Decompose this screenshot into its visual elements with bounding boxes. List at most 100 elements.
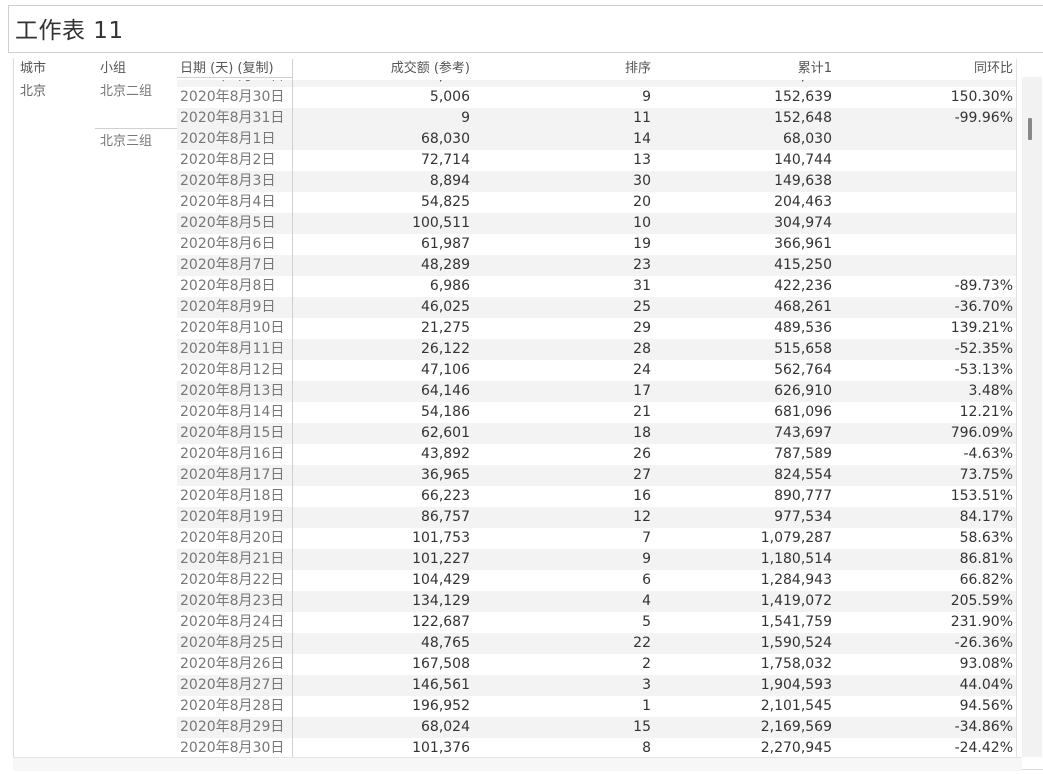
date-cell: 2020年8月27日 [180,677,285,693]
cumulative-cell: 515,658 [774,341,832,357]
table-row[interactable]: 2020年8月3日 8,894 30 149,638 [177,171,1016,192]
yoy-cell: -34.86% [954,719,1013,735]
cumulative-cell: 489,536 [774,320,832,336]
table-row[interactable]: 2020年8月18日 66,223 16 890,777 153.51% [177,486,1016,507]
amount-cell: 167,508 [412,656,470,672]
table-row[interactable]: 2020年8月27日 146,561 3 1,904,593 44.04% [177,675,1016,696]
column-header-group[interactable]: 小组 [100,59,126,79]
cumulative-cell: 824,554 [774,467,832,483]
table-row[interactable]: 2020年8月23日 134,129 4 1,419,072 205.59% [177,591,1016,612]
cumulative-cell: 1,904,593 [760,677,832,693]
row-header-group-2[interactable]: 北京二组 [100,80,152,99]
table-row[interactable]: 2020年8月25日 48,765 22 1,590,524 -26.36% [177,633,1016,654]
date-cell: 2020年8月15日 [180,425,285,441]
horizontal-scroll-area[interactable] [13,757,1022,771]
table-row[interactable]: 2020年8月29日 68,024 15 2,169,569 -34.86% [177,717,1016,738]
cumulative-cell: 1,419,072 [760,593,832,609]
amount-cell: 54,825 [421,194,470,210]
column-header-date[interactable]: 日期 (天) (复制) [180,59,274,79]
column-header-city[interactable]: 城市 [20,59,46,79]
table-right-edge [1016,59,1017,757]
date-cell: 2020年8月16日 [180,446,285,462]
table-row[interactable]: 2020年8月16日 43,892 26 787,589 -4.63% [177,444,1016,465]
table-row[interactable]: 2020年8月24日 122,687 5 1,541,759 231.90% [177,612,1016,633]
amount-cell: 47,106 [421,362,470,378]
rank-cell: 22 [633,635,651,651]
vertical-scrollbar[interactable] [1022,77,1042,757]
table-row[interactable]: 2020年8月2日 72,714 13 140,744 [177,150,1016,171]
table-row[interactable]: 2020年8月4日 54,825 20 204,463 [177,192,1016,213]
rank-cell: 2 [642,656,651,672]
amount-cell: 66,223 [421,488,470,504]
amount-cell: 8,894 [429,173,470,189]
table-row[interactable]: 2020年8月19日 86,757 12 977,534 84.17% [177,507,1016,528]
date-cell: 2020年8月28日 [180,698,285,714]
date-cell: 2020年8月11日 [180,341,285,357]
rank-cell: 18 [633,425,651,441]
table-row[interactable]: 2020年8月26日 167,508 2 1,758,032 93.08% [177,654,1016,675]
table-row[interactable]: 2020年8月5日 100,511 10 304,974 [177,213,1016,234]
amount-cell: 72,714 [421,152,470,168]
date-cell: 2020年8月6日 [180,236,276,252]
table-row[interactable]: 2020年8月30日 101,376 8 2,270,945 -24.42% [177,738,1016,757]
table-row[interactable]: 2020年8月14日 54,186 21 681,096 12.21% [177,402,1016,423]
date-cell: 2020年8月13日 [180,383,285,399]
column-header-cumulative[interactable]: 累计1 [700,59,832,79]
table-row[interactable]: 2020年8月9日 46,025 25 468,261 -36.70% [177,297,1016,318]
table-row[interactable]: 2020年8月20日 101,753 7 1,079,287 58.63% [177,528,1016,549]
date-cell: 2020年8月17日 [180,467,285,483]
rank-cell: 25 [633,299,651,315]
yoy-cell: -24.42% [954,740,1013,756]
cumulative-cell: 1,590,524 [760,635,832,651]
table-row[interactable]: 2020年8月13日 64,146 17 626,910 3.48% [177,381,1016,402]
amount-cell: 86,757 [421,509,470,525]
table-row[interactable]: 2020年8月6日 61,987 19 366,961 [177,234,1016,255]
table-row[interactable]: 2020年8月7日 48,289 23 415,250 [177,255,1016,276]
header-divider [177,77,292,78]
amount-cell: 62,601 [421,425,470,441]
rank-cell: 3 [642,677,651,693]
date-cell: 2020年8月7日 [180,257,276,273]
table-row[interactable]: 2020年8月30日 5,006 9 152,639 150.30% [177,87,1016,108]
cumulative-cell: 890,777 [774,488,832,504]
table-row[interactable]: 2020年8月17日 36,965 27 824,554 73.75% [177,465,1016,486]
scrollbar-thumb[interactable] [1028,118,1032,140]
table-row[interactable]: 2020年8月31日 9 11 152,648 -99.96% [177,108,1016,129]
column-header-amount[interactable]: 成交额 (参考) [330,59,470,79]
table-row[interactable]: 2020年8月28日 196,952 1 2,101,545 94.56% [177,696,1016,717]
table-row[interactable]: 2020年8月10日 21,275 29 489,536 139.21% [177,318,1016,339]
rank-cell: 26 [633,446,651,462]
rank-cell: 16 [633,488,651,504]
table-row[interactable]: 2020年8月22日 104,429 6 1,284,943 66.82% [177,570,1016,591]
rank-cell: 23 [633,257,651,273]
row-header-group-3[interactable]: 北京三组 [100,130,152,149]
cumulative-cell: 366,961 [774,236,832,252]
table-row[interactable]: 2020年8月1日 68,030 14 68,030 [177,129,1016,150]
yoy-cell: 93.08% [959,656,1013,672]
row-header-city[interactable]: 北京 [20,80,46,99]
table-row[interactable]: 2020年8月15日 62,601 18 743,697 796.09% [177,423,1016,444]
amount-cell: 100,511 [412,215,470,231]
rank-cell: 14 [633,131,651,147]
date-cell: 2020年8月8日 [180,278,276,294]
cumulative-cell: 468,261 [774,299,832,315]
table-row[interactable]: 2020年8月8日 6,986 31 422,236 -89.73% [177,276,1016,297]
date-cell: 2020年8月22日 [180,572,285,588]
table-row[interactable]: 2020年8月12日 47,106 24 562,764 -53.13% [177,360,1016,381]
date-cell: 2020年8月31日 [180,110,285,126]
date-cell: 2020年8月9日 [180,299,276,315]
yoy-cell: 3.48% [968,383,1013,399]
column-header-yoy[interactable]: 同环比 [900,59,1013,79]
sheet-title: 工作表 11 [15,18,124,44]
yoy-cell: 12.21% [959,404,1013,420]
column-header-rank[interactable]: 排序 [560,59,651,79]
date-cell: 2020年8月25日 [180,635,285,651]
table-row[interactable]: 2020年8月11日 26,122 28 515,658 -52.35% [177,339,1016,360]
amount-cell: 101,376 [412,740,470,756]
cumulative-cell: 562,764 [774,362,832,378]
cumulative-cell: 2,169,569 [760,719,832,735]
amount-cell: 6,986 [429,278,470,294]
table-row[interactable]: 2020年8月21日 101,227 9 1,180,514 86.81% [177,549,1016,570]
date-cell: 2020年8月12日 [180,362,285,378]
group-divider [95,128,177,129]
